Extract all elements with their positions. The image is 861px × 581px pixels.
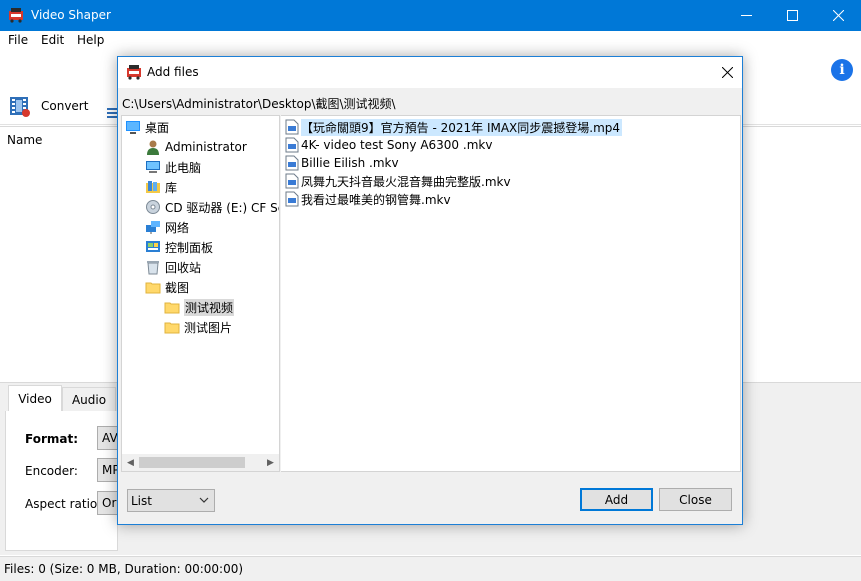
tree-item-cd-drive[interactable]: CD 驱动器 (E:) CF Se — [145, 198, 279, 216]
user-icon — [147, 140, 159, 155]
video-file-icon — [285, 173, 299, 189]
scrollbar-thumb[interactable] — [139, 457, 245, 468]
desktop-icon — [126, 121, 140, 134]
window-title: Video Shaper — [31, 8, 111, 22]
recycle-bin-icon — [147, 261, 159, 275]
encoder-label: Encoder: — [25, 464, 78, 478]
file-list-pane[interactable]: 【玩命關頭9】官方預告 - 2021年 IMAX同步震撼登場.mp4 4K- v… — [281, 115, 741, 472]
scroll-left-icon[interactable]: ◀ — [122, 454, 139, 471]
file-item[interactable]: 4K- video test Sony A6300 .mkv — [285, 136, 492, 154]
menu-file[interactable]: File — [8, 33, 28, 47]
close-dialog-button[interactable]: Close — [659, 488, 732, 511]
menu-bar: File Edit Help — [0, 31, 861, 51]
minimize-icon — [740, 15, 752, 16]
title-bar: Video Shaper — [0, 0, 861, 31]
dialog-title-bar: Add files — [118, 57, 742, 88]
format-label: Format: — [25, 432, 79, 446]
video-file-icon — [285, 191, 299, 207]
tab-audio[interactable]: Audio — [62, 387, 116, 411]
computer-icon — [146, 161, 160, 173]
close-button[interactable] — [815, 0, 861, 31]
app-icon — [9, 8, 23, 23]
convert-button[interactable]: Convert — [8, 93, 88, 119]
tree-item-administrator[interactable]: Administrator — [145, 138, 247, 156]
add-files-dialog: Add files C:\Users\Administrator\Desktop… — [117, 56, 743, 525]
video-file-icon — [285, 155, 299, 171]
scroll-right-icon[interactable]: ▶ — [262, 454, 279, 471]
name-column-header[interactable]: Name — [7, 133, 42, 147]
file-item[interactable]: 凤舞九天抖音最火混音舞曲完整版.mkv — [285, 172, 511, 190]
film-convert-icon — [10, 97, 30, 117]
minimize-button[interactable] — [723, 0, 769, 31]
add-button[interactable]: Add — [580, 488, 653, 511]
view-mode-select[interactable]: List — [127, 489, 215, 512]
folder-icon — [164, 302, 180, 314]
close-icon — [721, 67, 733, 78]
tree-item-desktop[interactable]: 桌面 — [125, 118, 169, 136]
maximize-icon — [786, 10, 798, 21]
control-panel-icon — [146, 241, 160, 252]
file-item[interactable]: 【玩命關頭9】官方預告 - 2021年 IMAX同步震撼登場.mp4 — [285, 118, 623, 136]
info-icon[interactable]: i — [831, 59, 853, 81]
tree-item-screenshots[interactable]: 截图 — [145, 278, 189, 296]
tree-item-recycle-bin[interactable]: 回收站 — [145, 258, 201, 276]
tree-item-test-videos[interactable]: 测试视频 — [164, 298, 235, 316]
app-icon — [127, 65, 141, 80]
tab-video[interactable]: Video — [8, 385, 62, 412]
aspect-ratio-label: Aspect ratio: — [25, 497, 102, 511]
library-icon — [146, 181, 160, 193]
network-icon — [146, 221, 160, 234]
video-file-icon — [285, 119, 299, 135]
view-mode-value: List — [131, 494, 152, 508]
folder-icon — [145, 282, 161, 294]
convert-label: Convert — [41, 99, 89, 113]
file-item[interactable]: Billie Eilish .mkv — [285, 154, 399, 172]
cd-drive-icon — [146, 200, 160, 214]
folder-tree[interactable]: 桌面 Administrator 此电脑 库 CD 驱动器 (E:) CF Se… — [121, 115, 280, 472]
list-icon — [107, 108, 117, 118]
close-icon — [832, 10, 844, 21]
dialog-title: Add files — [147, 65, 199, 79]
current-path: C:\Users\Administrator\Desktop\截图\测试视频\ — [122, 97, 396, 111]
tree-item-test-images[interactable]: 测试图片 — [164, 318, 232, 336]
tree-horizontal-scrollbar[interactable]: ◀ ▶ — [122, 454, 279, 471]
video-file-icon — [285, 137, 299, 153]
maximize-button[interactable] — [769, 0, 815, 31]
tree-item-control-panel[interactable]: 控制面板 — [145, 238, 213, 256]
menu-edit[interactable]: Edit — [41, 33, 64, 47]
file-item[interactable]: 我看过最唯美的钢管舞.mkv — [285, 190, 451, 208]
menu-help[interactable]: Help — [77, 33, 104, 47]
status-text: Files: 0 (Size: 0 MB, Duration: 00:00:00… — [4, 562, 244, 576]
tree-item-library[interactable]: 库 — [145, 178, 177, 196]
folder-icon — [164, 322, 180, 334]
tree-item-network[interactable]: 网络 — [145, 218, 189, 236]
status-bar: Files: 0 (Size: 0 MB, Duration: 00:00:00… — [0, 556, 861, 581]
tree-item-this-pc[interactable]: 此电脑 — [145, 158, 201, 176]
dialog-close-button[interactable] — [712, 57, 742, 88]
chevron-down-icon — [199, 497, 209, 503]
